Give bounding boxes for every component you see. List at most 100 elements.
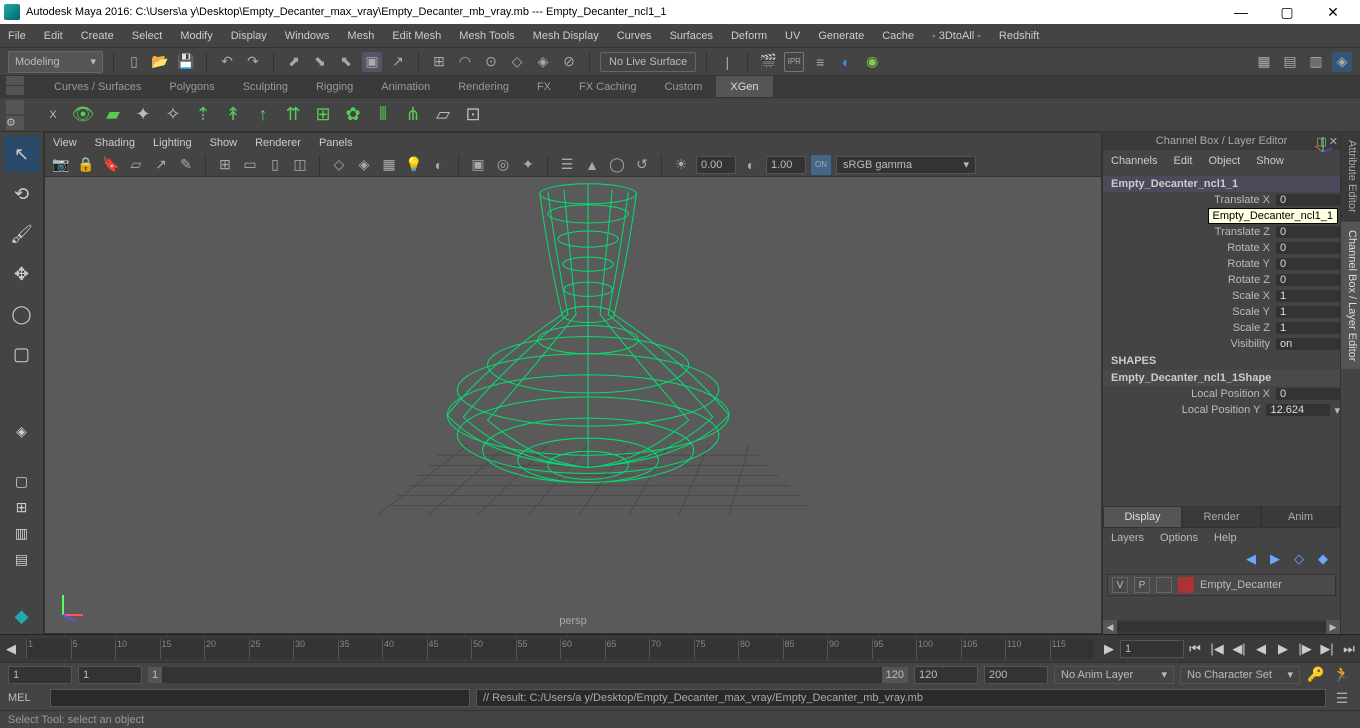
vp-isolate-icon[interactable]: ▣ (468, 155, 488, 175)
step-forward-frame-icon[interactable]: |▶ (1294, 638, 1316, 660)
menu-windows[interactable]: Windows (285, 30, 330, 42)
render-view-icon[interactable]: ◉ (862, 52, 882, 72)
play-forward-icon[interactable]: ▶ (1272, 638, 1294, 660)
vp-textured-icon[interactable]: ▦ (379, 155, 399, 175)
shelf-toggle-icon-2[interactable] (6, 86, 24, 95)
vp-menu-lighting[interactable]: Lighting (153, 137, 192, 149)
paint-select-tool[interactable]: 🖌 (4, 216, 40, 252)
panel-scrollbar[interactable]: ◀ ▶ (1103, 620, 1340, 634)
menu-select[interactable]: Select (132, 30, 163, 42)
layer-move-down-icon[interactable]: ▶ (1270, 551, 1286, 567)
menu-mesh-tools[interactable]: Mesh Tools (459, 30, 514, 42)
menu-edit[interactable]: Edit (44, 30, 63, 42)
layer-new-empty-icon[interactable]: ◇ (1294, 551, 1310, 567)
vp-xray-icon[interactable]: ◎ (493, 155, 513, 175)
shelf-tab-rendering[interactable]: Rendering (444, 76, 523, 97)
select-component-icon[interactable]: ⬉ (336, 52, 356, 72)
range-slider[interactable]: 1 120 (148, 667, 908, 683)
select-mask-icon[interactable]: ▣ (362, 52, 382, 72)
snap-live-icon[interactable]: ⊘ (559, 52, 579, 72)
anim-layer-select[interactable]: No Anim Layer▾ (1054, 666, 1174, 684)
vp-grid-icon[interactable]: ⊞ (215, 155, 235, 175)
vp-menu-shading[interactable]: Shading (95, 137, 135, 149)
vp-color-mgmt-select[interactable]: sRGB gamma▾ (836, 156, 976, 174)
vp-gate-mask-icon[interactable]: ◫ (290, 155, 310, 175)
attribute-editor-tab[interactable]: Attribute Editor (1341, 132, 1360, 221)
time-slider-track[interactable]: 1510152025303540455055606570758085909510… (26, 639, 1094, 659)
menu-curves[interactable]: Curves (617, 30, 652, 42)
range-start-handle[interactable]: 1 (148, 667, 162, 683)
vp-gamma-icon[interactable]: ◐ (741, 155, 761, 175)
last-tool[interactable]: ◈ (4, 420, 40, 442)
menu-redshift[interactable]: Redshift (999, 30, 1039, 42)
range-end-handle[interactable]: 120 (882, 667, 908, 683)
auto-key-icon[interactable]: 🔑 (1306, 665, 1326, 685)
shelf-tab-fx[interactable]: FX (523, 76, 565, 97)
vp-menu-renderer[interactable]: Renderer (255, 137, 301, 149)
xgen-description-icon[interactable]: 👁 (68, 100, 98, 130)
ch-value[interactable]: 0 (1276, 388, 1340, 400)
vp-select-camera-icon[interactable]: 📷 (51, 155, 71, 175)
help-menu[interactable]: Help (1214, 532, 1237, 544)
vp-film-gate-icon[interactable]: ▭ (240, 155, 260, 175)
vp-exposure-value[interactable]: 0.00 (696, 156, 736, 174)
show-menu[interactable]: Show (1256, 155, 1284, 167)
live-surface-field[interactable]: No Live Surface (600, 52, 696, 72)
ch-value[interactable]: 0 (1276, 242, 1340, 254)
viewport-canvas[interactable]: persp (45, 177, 1101, 633)
playback-start-field[interactable]: 1 (78, 666, 142, 684)
layer-color-swatch[interactable] (1178, 577, 1194, 593)
vp-bookmark-icon[interactable]: 🔖 (101, 155, 121, 175)
menu-surfaces[interactable]: Surfaces (670, 30, 713, 42)
file-open-icon[interactable]: 📂 (150, 52, 170, 72)
anim-start-field[interactable]: 1 (8, 666, 72, 684)
channel-box-tab[interactable]: Channel Box / Layer Editor (1341, 222, 1360, 369)
object-menu[interactable]: Object (1208, 155, 1240, 167)
move-tool[interactable]: ✥ (4, 256, 40, 292)
vp-image-plane-icon[interactable]: ▱ (126, 155, 146, 175)
shelf-tab-polygons[interactable]: Polygons (155, 76, 228, 97)
select-tool[interactable]: ↖ (4, 136, 40, 172)
shelf-toggle-icon[interactable] (6, 76, 24, 85)
menu-create[interactable]: Create (81, 30, 114, 42)
menu-uv[interactable]: UV (785, 30, 800, 42)
file-new-icon[interactable]: ▯ (124, 52, 144, 72)
panel-layout-icon-1[interactable]: ▦ (1254, 52, 1274, 72)
xgen-primitive-icon-5[interactable]: ⊞ (308, 100, 338, 130)
menu-deform[interactable]: Deform (731, 30, 767, 42)
file-save-icon[interactable]: 💾 (176, 52, 196, 72)
snap-grid-icon[interactable]: ⊞ (429, 52, 449, 72)
window-minimize-button[interactable]: — (1218, 0, 1264, 24)
vp-hud-icon[interactable]: ☰ (557, 155, 577, 175)
vp-menu-show[interactable]: Show (210, 137, 238, 149)
window-close-button[interactable]: ✕ (1310, 0, 1356, 24)
scale-tool[interactable]: ▢ (4, 336, 40, 372)
xgen-guide-icon-1[interactable]: ✦ (128, 100, 158, 130)
scroll-left-icon[interactable]: ◀ (1103, 620, 1117, 634)
playback-end-field[interactable]: 120 (914, 666, 978, 684)
vp-motion-icon[interactable]: ↺ (632, 155, 652, 175)
channels-menu[interactable]: Channels (1111, 155, 1157, 167)
vp-shaded-icon[interactable]: ◈ (354, 155, 374, 175)
vp-wireframe-icon[interactable]: ◇ (329, 155, 349, 175)
anim-prefs-icon[interactable]: 🏃 (1332, 665, 1352, 685)
render-settings-icon[interactable]: ≡ (810, 52, 830, 72)
shelf-tab-rigging[interactable]: Rigging (302, 76, 367, 97)
ch-value[interactable]: 0 (1276, 258, 1340, 270)
shelf-tab-fx-caching[interactable]: FX Caching (565, 76, 650, 97)
xgen-primitive-icon-4[interactable]: ⇈ (278, 100, 308, 130)
layer-move-up-icon[interactable]: ◀ (1246, 551, 1262, 567)
vp-menu-panels[interactable]: Panels (319, 137, 353, 149)
undo-icon[interactable]: ↶ (217, 52, 237, 72)
panel-layout-icon-3[interactable]: ▥ (1306, 52, 1326, 72)
layer-tab-display[interactable]: Display (1103, 506, 1182, 528)
time-arrow-left-icon[interactable]: ◀ (0, 638, 22, 660)
window-maximize-button[interactable]: ▢ (1264, 0, 1310, 24)
select-filter-icon[interactable]: ↗ (388, 52, 408, 72)
step-forward-key-icon[interactable]: ▶| (1316, 638, 1338, 660)
xgen-util-icon[interactable]: ▱ (428, 100, 458, 130)
hypershade-icon[interactable]: ◐ (836, 52, 856, 72)
vp-menu-view[interactable]: View (53, 137, 77, 149)
vp-exposure-icon[interactable]: ☀ (671, 155, 691, 175)
menu-file[interactable]: File (8, 30, 26, 42)
